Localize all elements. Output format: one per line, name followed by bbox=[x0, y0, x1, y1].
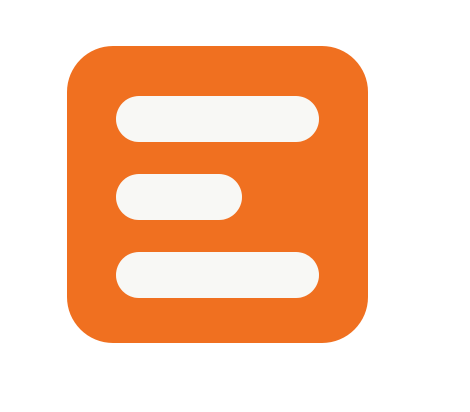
top-line bbox=[116, 96, 319, 142]
menu-lines-icon bbox=[67, 46, 368, 343]
bottom-line bbox=[116, 252, 319, 298]
middle-line bbox=[116, 174, 242, 220]
page: { "icon": { "name": "menu-lines-icon", "… bbox=[0, 0, 470, 412]
